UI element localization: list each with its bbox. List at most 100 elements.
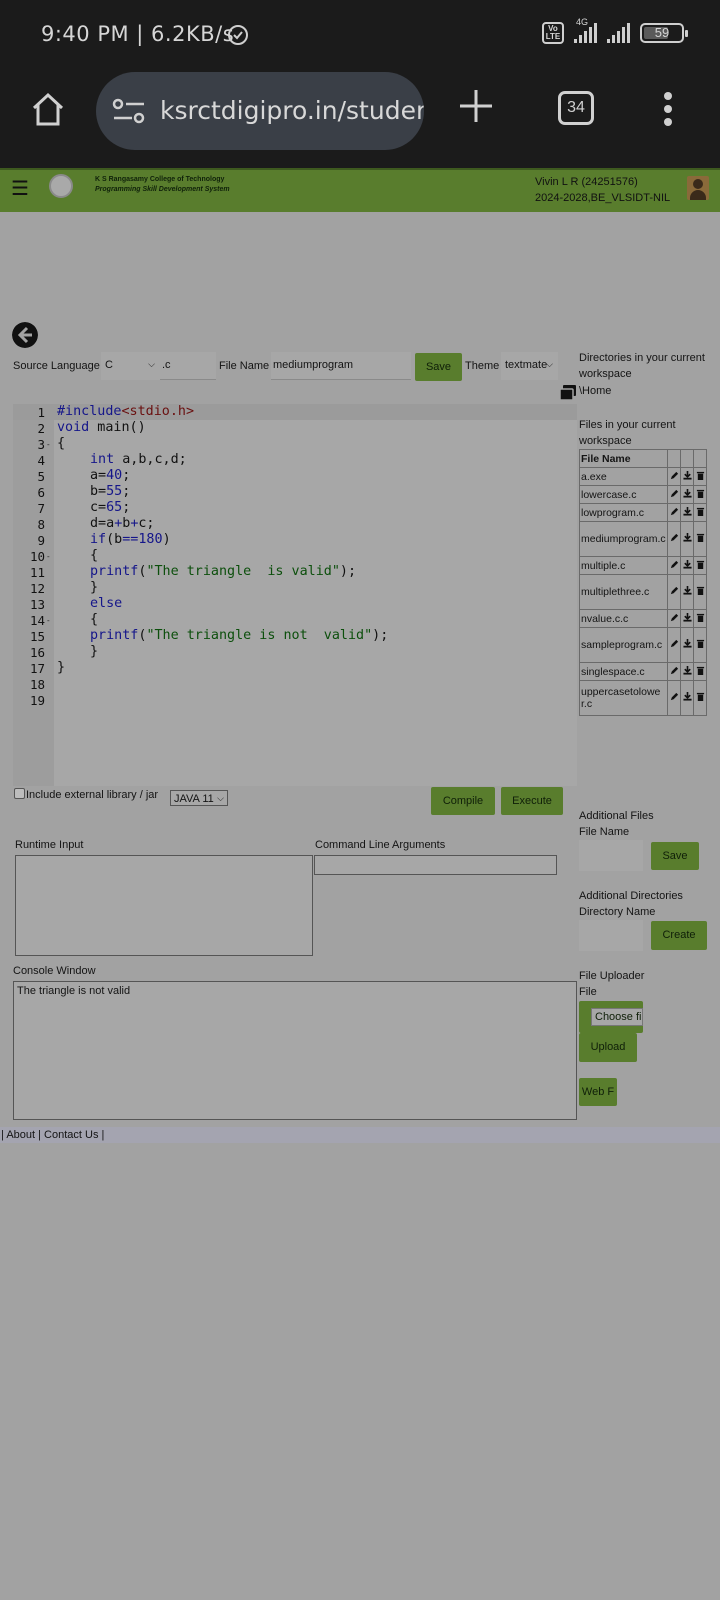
url-text: ksrctdigipro.in/studer — [160, 96, 424, 125]
directories-title: Directories in your current workspace — [579, 352, 705, 380]
file-name-cell[interactable]: singlespace.c — [579, 662, 668, 681]
more-menu-icon[interactable] — [664, 92, 674, 126]
delete-icon[interactable] — [693, 609, 707, 628]
delete-icon[interactable] — [693, 574, 707, 610]
delete-icon[interactable] — [693, 680, 707, 716]
download-icon[interactable] — [680, 503, 694, 522]
home-directory[interactable]: \Home — [579, 383, 611, 399]
source-language-select[interactable]: C ⌵ — [101, 352, 160, 380]
edit-icon[interactable] — [667, 485, 681, 504]
avatar[interactable] — [687, 176, 709, 200]
delete-icon[interactable] — [693, 485, 707, 504]
about-link[interactable]: About — [6, 1129, 35, 1141]
java-version-select[interactable]: JAVA 11 ⌵ — [170, 790, 228, 806]
table-row: sampleprogram.c — [579, 627, 707, 663]
college-subtitle: Programming Skill Development System — [95, 186, 230, 193]
command-args-input[interactable] — [314, 855, 557, 875]
edit-icon[interactable] — [667, 556, 681, 575]
hamburger-menu-icon[interactable]: ☰ — [11, 176, 29, 201]
download-icon[interactable] — [680, 467, 694, 486]
theme-select[interactable]: textmate ⌵ — [501, 352, 558, 380]
file-name-cell[interactable]: lowprogram.c — [579, 503, 668, 522]
delete-icon[interactable] — [693, 521, 707, 557]
execute-button[interactable]: Execute — [501, 787, 563, 815]
directory-name-input[interactable] — [579, 920, 643, 951]
back-arrow-icon[interactable] — [12, 322, 38, 348]
table-row: uppercasetolower.c — [579, 680, 707, 716]
file-name-input[interactable]: mediumprogram — [271, 352, 411, 380]
delete-icon[interactable] — [693, 556, 707, 575]
file-name-cell[interactable]: lowercase.c — [579, 485, 668, 504]
download-icon[interactable] — [680, 521, 694, 557]
files-table: File Name a.exe lowercase.c lowprogram.c me… — [579, 449, 707, 716]
runtime-input-textarea[interactable] — [15, 855, 313, 956]
download-icon[interactable] — [680, 662, 694, 681]
chevron-down-icon: ⌵ — [217, 793, 224, 803]
footer-separator: | — [1, 1129, 4, 1141]
console-output: The triangle is not valid — [17, 985, 131, 997]
file-name-cell[interactable]: a.exe — [579, 467, 668, 486]
edit-icon[interactable] — [667, 609, 681, 628]
code-line-3: { — [57, 436, 66, 451]
additional-file-name-input[interactable] — [579, 840, 643, 871]
chevron-down-icon: ⌵ — [148, 359, 155, 369]
choose-file-button[interactable]: Choose fi — [591, 1008, 643, 1026]
user-name: Vivin L R (24251576) — [535, 176, 638, 188]
fold-toggle-icon[interactable]: - — [47, 616, 50, 625]
web-button[interactable]: Web F — [579, 1078, 617, 1106]
create-directory-button[interactable]: Create — [651, 921, 707, 950]
line-number: 17 — [29, 661, 45, 676]
tab-switcher-button[interactable]: 34 — [558, 91, 594, 125]
file-name-cell[interactable]: nvalue.c.c — [579, 609, 668, 628]
edit-icon[interactable] — [667, 521, 681, 557]
edit-icon[interactable] — [667, 662, 681, 681]
edit-icon[interactable] — [667, 680, 681, 716]
compile-button[interactable]: Compile — [431, 787, 495, 815]
console-window[interactable]: The triangle is not valid — [13, 981, 577, 1120]
additional-file-name-label: File Name — [579, 826, 630, 838]
delete-icon[interactable] — [693, 627, 707, 663]
folder-copy-icon[interactable] — [559, 384, 577, 401]
file-name-cell[interactable]: sampleprogram.c — [579, 627, 668, 663]
delete-icon[interactable] — [693, 503, 707, 522]
line-number: 1 — [37, 405, 45, 420]
source-language-label: Source Language — [13, 360, 100, 372]
edit-icon[interactable] — [667, 503, 681, 522]
download-icon[interactable] — [680, 680, 694, 716]
choose-file-wrapper[interactable]: Choose fi — [579, 1001, 643, 1033]
contact-link[interactable]: Contact Us — [44, 1129, 98, 1141]
file-name-cell[interactable]: uppercasetolower.c — [579, 680, 668, 716]
url-bar[interactable]: ksrctdigipro.in/studer — [96, 72, 424, 150]
extension-field[interactable]: .c — [160, 352, 216, 380]
fold-toggle-icon[interactable]: - — [47, 440, 50, 449]
console-window-label: Console Window — [13, 965, 96, 977]
additional-file-save-button[interactable]: Save — [651, 842, 699, 870]
alarm-icon — [228, 25, 248, 45]
include-library-checkbox[interactable] — [14, 788, 25, 799]
download-icon[interactable] — [680, 627, 694, 663]
edit-icon[interactable] — [667, 574, 681, 610]
code-line-8: d=a+b+c; — [90, 516, 155, 531]
file-name-cell[interactable]: mediumprogram.c — [579, 521, 668, 557]
download-icon[interactable] — [680, 609, 694, 628]
fold-toggle-icon[interactable]: - — [47, 552, 50, 561]
download-icon[interactable] — [680, 485, 694, 504]
save-button[interactable]: Save — [415, 353, 462, 381]
line-number: 14 — [29, 613, 45, 628]
delete-icon[interactable] — [693, 467, 707, 486]
new-tab-icon[interactable] — [458, 88, 494, 124]
code-editor[interactable]: 1 2 3-4 5 6 7 8 9 10-11 12 13 14-15 16 17 18 19 #includ… — [13, 404, 577, 786]
home-icon[interactable] — [28, 90, 68, 130]
table-row: a.exe — [579, 467, 707, 486]
edit-icon[interactable] — [667, 467, 681, 486]
download-icon[interactable] — [680, 574, 694, 610]
upload-button[interactable]: Upload — [579, 1033, 637, 1062]
code-line-17: } — [57, 660, 66, 675]
site-settings-icon[interactable] — [112, 98, 146, 124]
download-icon[interactable] — [680, 556, 694, 575]
delete-icon[interactable] — [693, 662, 707, 681]
edit-icon[interactable] — [667, 627, 681, 663]
file-name-header: File Name — [579, 449, 668, 468]
file-name-cell[interactable]: multiplethree.c — [579, 574, 668, 610]
file-name-cell[interactable]: multiple.c — [579, 556, 668, 575]
